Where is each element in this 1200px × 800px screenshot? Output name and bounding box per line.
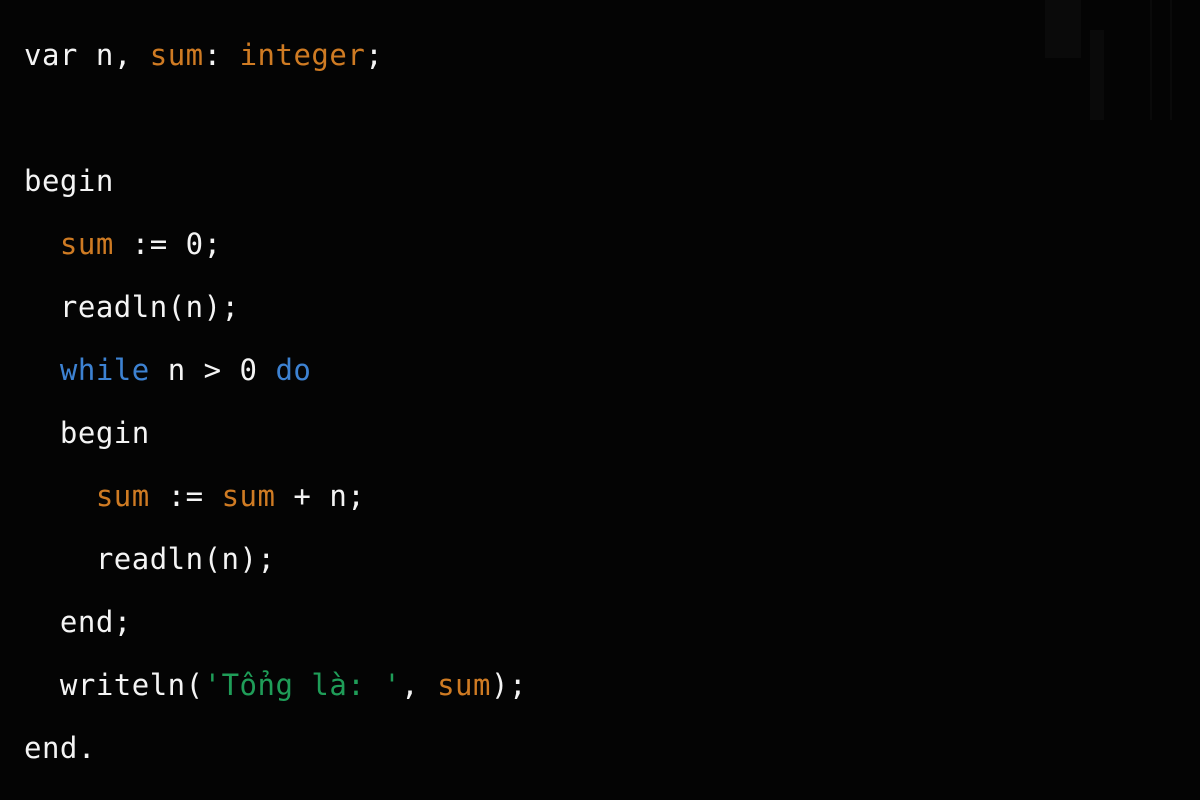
code-token: 0 bbox=[185, 227, 204, 261]
code-line[interactable]: end. bbox=[0, 717, 1200, 780]
code-token: sum bbox=[59, 227, 114, 261]
code-token: : bbox=[203, 38, 240, 72]
code-line[interactable]: writeln('Tổng là: ', sum); bbox=[0, 654, 1200, 717]
code-token: ; bbox=[365, 38, 384, 72]
code-token: sum bbox=[221, 479, 276, 513]
code-token: 'Tổng là: ' bbox=[203, 668, 402, 702]
code-token: begin bbox=[24, 164, 114, 198]
code-token: ); bbox=[490, 668, 527, 702]
code-line[interactable]: sum := 0; bbox=[0, 213, 1200, 276]
code-token: writeln( bbox=[59, 668, 204, 702]
code-token: readln(n); bbox=[95, 542, 276, 576]
code-token: sum bbox=[95, 479, 150, 513]
code-token: while bbox=[59, 353, 150, 387]
code-line[interactable]: ​ bbox=[0, 87, 1200, 150]
code-token: + n; bbox=[275, 479, 366, 513]
code-token: sum bbox=[149, 38, 204, 72]
code-token: := bbox=[149, 479, 222, 513]
code-token: do bbox=[275, 353, 312, 387]
code-token: readln(n); bbox=[59, 290, 240, 324]
code-line[interactable]: while n > 0 do bbox=[0, 339, 1200, 402]
code-line[interactable]: begin bbox=[0, 150, 1200, 213]
code-token: n > 0 bbox=[149, 353, 276, 387]
code-token: , bbox=[113, 38, 150, 72]
code-token: ; bbox=[203, 227, 222, 261]
source-code-block[interactable]: var n, sum: integer;​begin sum := 0; rea… bbox=[0, 24, 1200, 780]
code-viewer[interactable]: var n, sum: integer;​begin sum := 0; rea… bbox=[0, 0, 1200, 800]
code-line[interactable]: sum := sum + n; bbox=[0, 465, 1200, 528]
code-token: end; bbox=[59, 605, 132, 639]
code-line[interactable]: var n, sum: integer; bbox=[0, 24, 1200, 87]
code-token: , bbox=[401, 668, 438, 702]
code-token: := bbox=[113, 227, 186, 261]
code-line[interactable]: end; bbox=[0, 591, 1200, 654]
code-line[interactable]: begin bbox=[0, 402, 1200, 465]
code-line[interactable]: readln(n); bbox=[0, 528, 1200, 591]
code-token: n bbox=[95, 38, 114, 72]
code-line[interactable]: readln(n); bbox=[0, 276, 1200, 339]
code-token: end. bbox=[24, 731, 96, 765]
code-token: integer bbox=[239, 38, 366, 72]
code-token: var bbox=[24, 38, 78, 72]
code-token: sum bbox=[437, 668, 491, 702]
code-token: begin bbox=[59, 416, 150, 450]
